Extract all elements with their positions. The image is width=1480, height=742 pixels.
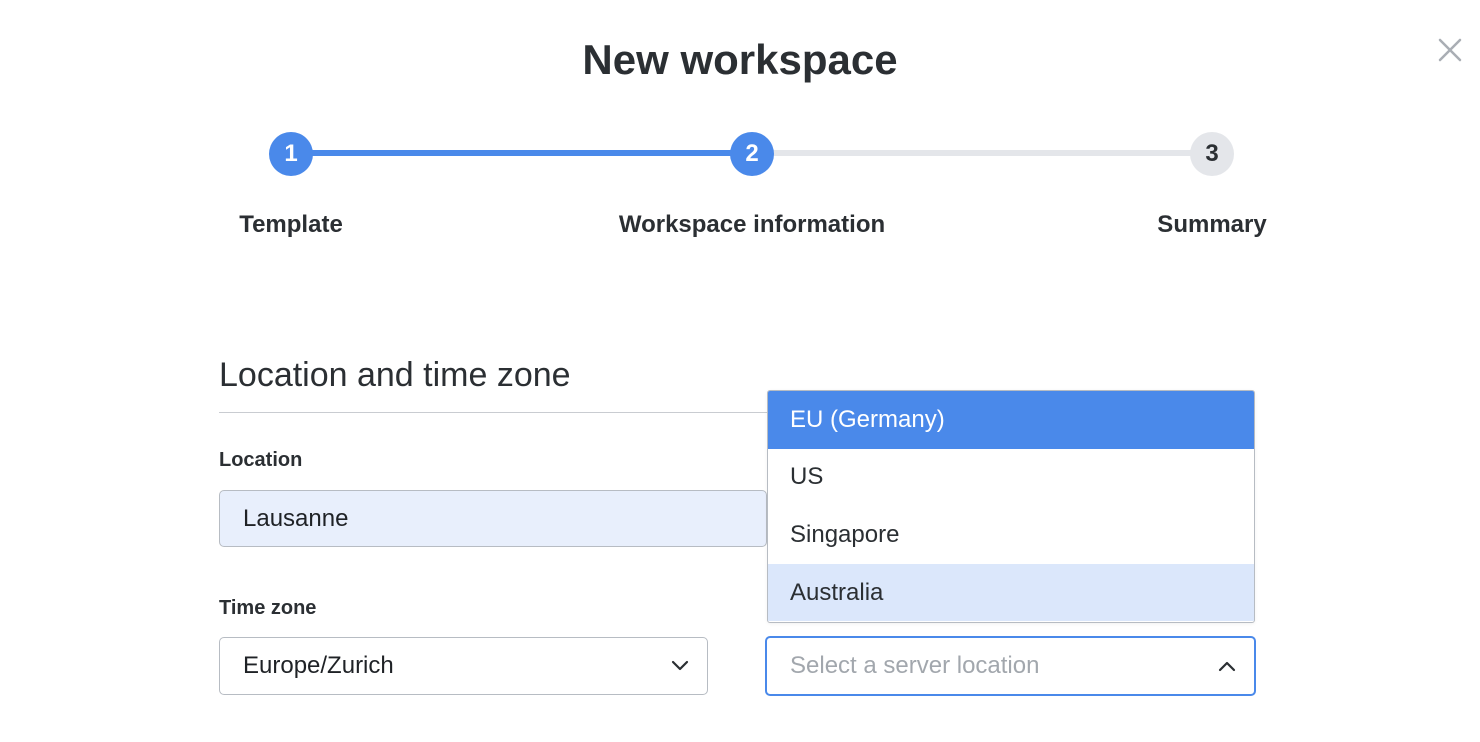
new-workspace-dialog: New workspace 1 2 3 Template Workspace i… (0, 0, 1480, 742)
step-2-number: 2 (745, 140, 759, 167)
time-zone-select[interactable]: Europe/Zurich (219, 637, 708, 695)
location-input[interactable]: Lausanne (219, 490, 767, 547)
option-australia[interactable]: Australia (768, 563, 1254, 622)
time-zone-label: Time zone (219, 597, 317, 619)
step-3-circle: 3 (1190, 132, 1234, 176)
location-value: Lausanne (243, 504, 349, 532)
step-1-label[interactable]: Template (239, 211, 343, 239)
close-icon[interactable] (1432, 32, 1468, 68)
location-label: Location (219, 449, 303, 471)
server-location-dropdown: EU (Germany) US Singapore Australia (767, 390, 1255, 623)
step-2-circle[interactable]: 2 (730, 132, 774, 176)
option-us[interactable]: US (768, 449, 1254, 507)
section-title: Location and time zone (219, 356, 571, 394)
time-zone-value: Europe/Zurich (243, 652, 394, 679)
dialog-title: New workspace (582, 36, 898, 83)
step-3-label: Summary (1157, 211, 1267, 238)
step-1-number: 1 (284, 140, 298, 167)
option-singapore[interactable]: Singapore (768, 506, 1254, 564)
server-location-select[interactable]: Select a server location (765, 636, 1256, 696)
server-location-placeholder: Select a server location (790, 652, 1040, 679)
step-1-circle[interactable]: 1 (269, 132, 313, 176)
chevron-up-icon (1218, 660, 1236, 672)
chevron-down-icon (671, 660, 689, 672)
stepper-progress-remaining (752, 150, 1212, 156)
step-2-label: Workspace information (618, 211, 886, 238)
stepper-progress-completed (291, 150, 753, 156)
step-3-number: 3 (1205, 140, 1219, 167)
option-eu-germany[interactable]: EU (Germany) (768, 391, 1254, 449)
